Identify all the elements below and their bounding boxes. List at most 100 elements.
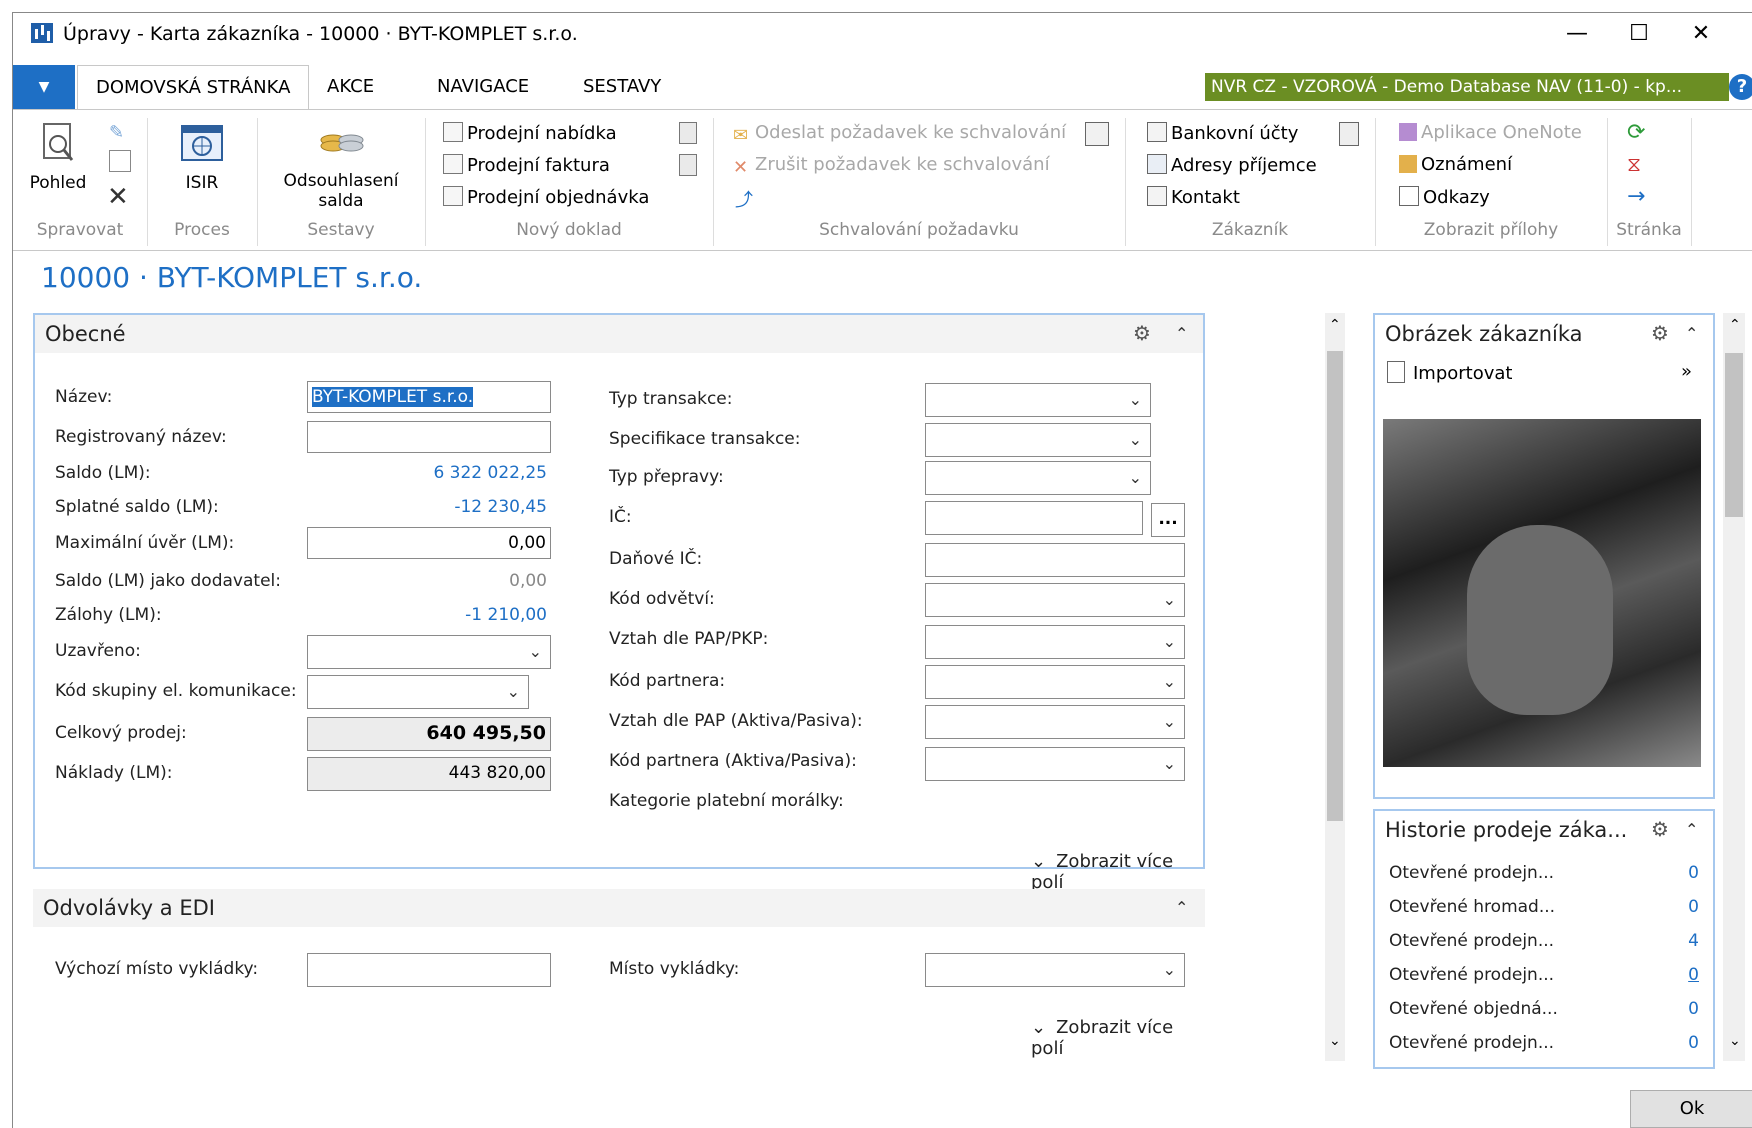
tab-sestavy[interactable]: SESTAVY bbox=[565, 65, 679, 109]
document-icon[interactable] bbox=[1339, 122, 1359, 146]
scroll-up-icon[interactable]: ⌃ bbox=[1729, 317, 1741, 333]
transaction-spec-select[interactable]: ⌄ bbox=[925, 423, 1151, 457]
general-header[interactable]: Obecné bbox=[35, 315, 1203, 353]
bank-accounts-button[interactable]: Bankovní účty bbox=[1147, 122, 1298, 144]
isir-label: ISIR bbox=[185, 173, 219, 193]
tab-akce[interactable]: AKCE bbox=[309, 65, 392, 109]
balance-value[interactable]: 6 322 022,25 bbox=[307, 463, 547, 483]
field-label: Registrovaný název: bbox=[55, 427, 227, 447]
notes-button[interactable]: Oznámení bbox=[1399, 154, 1512, 175]
gear-icon[interactable]: ⚙ bbox=[1651, 817, 1669, 841]
blocked-select[interactable]: ⌄ bbox=[307, 635, 551, 669]
next-icon[interactable]: → bbox=[1627, 184, 1645, 209]
history-row-value[interactable]: 0 bbox=[1688, 1033, 1699, 1053]
history-row-value[interactable]: 0 bbox=[1688, 965, 1699, 985]
contact-label: Kontakt bbox=[1171, 187, 1240, 208]
sales-quote-button[interactable]: Prodejní nabídka bbox=[443, 122, 617, 144]
field-label: Specifikace transakce: bbox=[609, 429, 801, 449]
unloading-place-select[interactable]: ⌄ bbox=[925, 953, 1185, 987]
contact-button[interactable]: Kontakt bbox=[1147, 186, 1240, 208]
delete-icon[interactable]: ✕ bbox=[107, 182, 129, 212]
show-more-fields-link[interactable]: ⌄ Zobrazit více polí bbox=[1031, 851, 1203, 893]
reg-no-input[interactable] bbox=[925, 501, 1143, 535]
gear-icon[interactable]: ⚙ bbox=[1651, 321, 1669, 345]
history-row-value[interactable]: 4 bbox=[1688, 931, 1699, 951]
new-icon[interactable] bbox=[109, 150, 131, 172]
edi-header[interactable]: Odvolávky a EDI bbox=[33, 889, 1205, 927]
costs-value: 443 820,00 bbox=[307, 757, 551, 791]
name-input[interactable]: BYT-KOMPLET s.r.o. bbox=[307, 381, 551, 413]
transaction-type-select[interactable]: ⌄ bbox=[925, 383, 1151, 417]
e-comm-group-select[interactable]: ⌄ bbox=[307, 675, 529, 709]
close-button[interactable]: ✕ bbox=[1671, 17, 1731, 51]
credit-limit-input[interactable]: 0,00 bbox=[307, 527, 551, 559]
scroll-up-icon[interactable]: ⌃ bbox=[1329, 317, 1341, 333]
field-label: Místo vykládky: bbox=[609, 959, 740, 979]
document-icon[interactable] bbox=[679, 122, 697, 144]
scroll-down-icon[interactable]: ⌄ bbox=[1329, 1033, 1341, 1049]
refresh-icon[interactable]: ⟳ bbox=[1627, 120, 1645, 145]
scroll-thumb[interactable] bbox=[1725, 353, 1743, 517]
help-icon[interactable]: ? bbox=[1729, 74, 1752, 100]
gear-icon[interactable]: ⚙ bbox=[1133, 321, 1151, 345]
edit-icon[interactable]: ✎ bbox=[109, 122, 124, 143]
import-button[interactable]: Importovat bbox=[1387, 361, 1513, 384]
history-row-label: Otevřené hromad... bbox=[1389, 897, 1556, 917]
ship-to-button[interactable]: Adresy příjemce bbox=[1147, 154, 1317, 176]
group-zakaznik: Bankovní účty Adresy příjemce Kontakt Zá… bbox=[1125, 118, 1376, 246]
balance-due-value[interactable]: -12 230,45 bbox=[307, 497, 547, 517]
history-row: Otevřené prodejn... bbox=[1389, 863, 1659, 883]
transport-method-select[interactable]: ⌄ bbox=[925, 461, 1151, 495]
sales-order-button[interactable]: Prodejní objednávka bbox=[443, 186, 649, 208]
clear-filter-icon[interactable]: ⧖ bbox=[1627, 152, 1641, 176]
collapse-icon[interactable]: ⌃ bbox=[1685, 324, 1698, 343]
default-unloading-input[interactable] bbox=[307, 953, 551, 987]
cancel-approval-button[interactable]: ✕ Zrušit požadavek ke schvalování bbox=[733, 154, 1050, 178]
scroll-down-icon[interactable]: ⌄ bbox=[1729, 1033, 1741, 1049]
workflow-icon[interactable]: ⤴ bbox=[735, 186, 753, 212]
industry-code-select[interactable]: ⌄ bbox=[925, 583, 1185, 617]
chevron-down-icon: ⌄ bbox=[1128, 430, 1142, 449]
ok-button[interactable]: Ok bbox=[1630, 1090, 1752, 1128]
show-more-label: Zobrazit více polí bbox=[1031, 1017, 1174, 1059]
vat-reg-input[interactable] bbox=[925, 543, 1185, 577]
send-approval-button[interactable]: ✉ Odeslat požadavek ke schvalování bbox=[733, 122, 1066, 146]
scroll-thumb[interactable] bbox=[1327, 351, 1343, 821]
more-actions-icon[interactable]: » bbox=[1681, 361, 1692, 382]
history-row-value[interactable]: 0 bbox=[1688, 999, 1699, 1019]
prepayments-value[interactable]: -1 210,00 bbox=[307, 605, 547, 625]
show-more-fields-link[interactable]: ⌄ Zobrazit více polí bbox=[1031, 1017, 1205, 1059]
partner-assets-select[interactable]: ⌄ bbox=[925, 747, 1185, 781]
collapse-icon[interactable]: ⌃ bbox=[1685, 820, 1698, 839]
tab-domovska-stranka[interactable]: DOMOVSKÁ STRÁNKA bbox=[77, 65, 310, 110]
collapse-icon[interactable]: ⌃ bbox=[1175, 898, 1188, 917]
lookup-button[interactable]: ... bbox=[1151, 503, 1185, 537]
onenote-button[interactable]: Aplikace OneNote bbox=[1399, 122, 1582, 143]
maximize-button[interactable]: ☐ bbox=[1609, 17, 1669, 51]
history-row-value[interactable]: 0 bbox=[1688, 897, 1699, 917]
group-prilohy: Aplikace OneNote Oznámení Odkazy Zobrazi… bbox=[1375, 118, 1608, 246]
relation-assets-select[interactable]: ⌄ bbox=[925, 705, 1185, 739]
minimize-button[interactable]: — bbox=[1547, 17, 1607, 51]
history-row-value[interactable]: 0 bbox=[1688, 863, 1699, 883]
name-value: BYT-KOMPLET s.r.o. bbox=[312, 387, 474, 407]
sales-invoice-button[interactable]: Prodejní faktura bbox=[443, 154, 610, 176]
approval-grid-icon[interactable] bbox=[1085, 122, 1109, 146]
registered-name-input[interactable] bbox=[307, 421, 551, 453]
links-button[interactable]: Odkazy bbox=[1399, 186, 1490, 208]
onenote-label: Aplikace OneNote bbox=[1421, 122, 1582, 143]
partner-code-select[interactable]: ⌄ bbox=[925, 665, 1185, 699]
file-menu-button[interactable]: ▼ bbox=[13, 65, 75, 109]
view-button[interactable]: Pohled bbox=[23, 122, 93, 193]
chevron-down-icon: ⌄ bbox=[1128, 390, 1142, 409]
history-row: Otevřené prodejn... bbox=[1389, 931, 1659, 951]
relation-pap-select[interactable]: ⌄ bbox=[925, 625, 1185, 659]
collapse-icon[interactable]: ⌃ bbox=[1175, 324, 1188, 343]
tab-navigace[interactable]: NAVIGACE bbox=[419, 65, 547, 109]
reconcile-button[interactable]: Odsouhlasení salda bbox=[271, 122, 411, 211]
chevron-down-icon: ⌄ bbox=[1031, 1017, 1047, 1038]
address-icon bbox=[1147, 154, 1167, 174]
isir-button[interactable]: ISIR bbox=[167, 122, 237, 193]
ribbon: Pohled ✎ ✕ Spravovat ISIR Proces Odsouhl… bbox=[13, 109, 1752, 251]
document-icon[interactable] bbox=[679, 154, 697, 176]
